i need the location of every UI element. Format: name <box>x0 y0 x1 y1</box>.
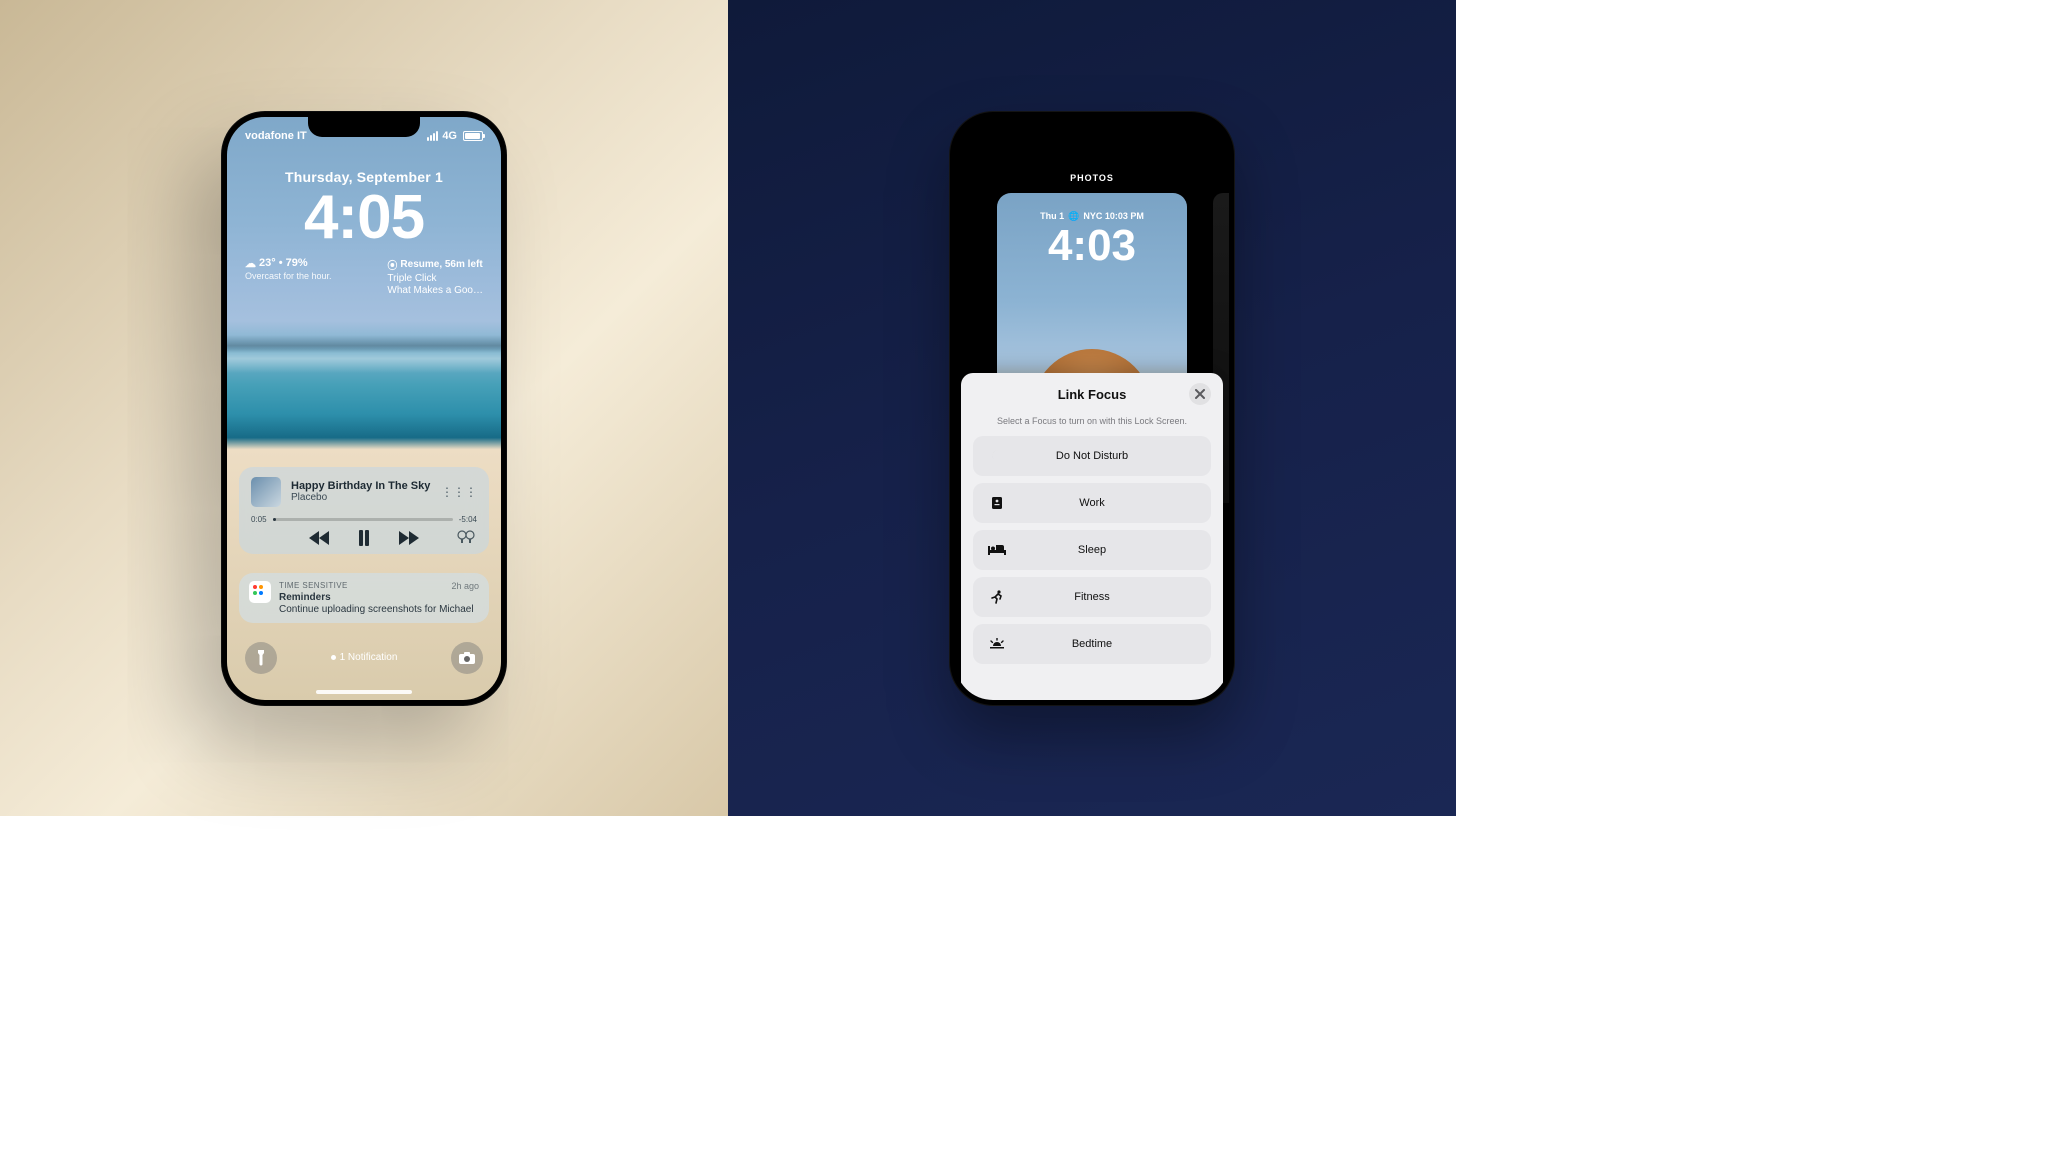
phone-right: PHOTOS Thu 1 🌐 NYC 10:03 PM 4:03 Link Fo… <box>949 111 1235 706</box>
elapsed-time: 0:05 <box>251 515 267 524</box>
podcast-icon: ⦿ <box>387 257 397 272</box>
carrier-label: vodafone IT <box>245 130 307 142</box>
notification-time: 2h ago <box>451 581 479 591</box>
cloud-icon: ☁︎ <box>245 257 256 270</box>
track-title: Happy Birthday In The Sky <box>291 480 430 492</box>
rewind-button[interactable] <box>309 531 329 545</box>
remaining-time: -5:04 <box>459 515 477 524</box>
podcast-resume: Resume, 56m left <box>400 259 482 270</box>
globe-icon: 🌐 <box>1068 211 1079 222</box>
close-button[interactable] <box>1189 383 1211 405</box>
notification-tag: TIME SENSITIVE <box>279 581 348 591</box>
track-artist: Placebo <box>291 492 430 503</box>
focus-label: Bedtime <box>973 638 1211 650</box>
notification-app: Reminders <box>279 592 479 603</box>
weather-widget[interactable]: ☁︎ 23° • 79% Overcast for the hour. <box>245 257 332 296</box>
right-panel: PHOTOS Thu 1 🌐 NYC 10:03 PM 4:03 Link Fo… <box>728 0 1456 816</box>
flashlight-button[interactable] <box>245 642 277 674</box>
phone-left: vodafone IT 4G Thursday, September 1 4:0… <box>221 111 507 706</box>
lockscreen-header: Thursday, September 1 4:05 <box>227 169 501 249</box>
notification-count-label: 1 Notification <box>340 652 398 663</box>
airplay-icon[interactable] <box>457 530 475 544</box>
progress-track[interactable] <box>273 518 453 521</box>
preview-city-time: NYC 10:03 PM <box>1083 211 1144 221</box>
sheet-subtitle: Select a Focus to turn on with this Lock… <box>973 416 1211 426</box>
screen-left: vodafone IT 4G Thursday, September 1 4:0… <box>227 117 501 700</box>
weather-temp: 23° • 79% <box>259 257 308 269</box>
preview-date: Thu 1 <box>1040 211 1064 221</box>
notch <box>308 117 420 137</box>
forward-button[interactable] <box>399 531 419 545</box>
podcast-episode: What Makes a Goo… <box>387 285 483 296</box>
status-right: 4G <box>427 130 483 142</box>
focus-option-work[interactable]: Work <box>973 483 1211 523</box>
left-panel: vodafone IT 4G Thursday, September 1 4:0… <box>0 0 728 816</box>
focus-label: Sleep <box>973 544 1211 556</box>
reminders-app-icon <box>249 581 271 603</box>
focus-label: Work <box>973 497 1211 509</box>
now-playing-card[interactable]: Happy Birthday In The Sky Placebo ⋮⋮⋮ 0:… <box>239 467 489 554</box>
focus-list: Do Not Disturb Work Sleep Fitness <box>973 436 1211 664</box>
screen-right: PHOTOS Thu 1 🌐 NYC 10:03 PM 4:03 Link Fo… <box>955 117 1229 700</box>
battery-icon <box>463 131 483 141</box>
pause-button[interactable] <box>359 530 369 546</box>
podcast-show: Triple Click <box>387 273 483 284</box>
focus-option-dnd[interactable]: Do Not Disturb <box>973 436 1211 476</box>
focus-option-sleep[interactable]: Sleep <box>973 530 1211 570</box>
focus-label: Fitness <box>973 591 1211 603</box>
weather-desc: Overcast for the hour. <box>245 271 332 281</box>
home-indicator[interactable] <box>316 690 412 694</box>
waveform-icon: ⋮⋮⋮ <box>441 485 477 499</box>
network-label: 4G <box>442 130 457 142</box>
album-art <box>251 477 281 507</box>
dot-icon <box>331 655 336 660</box>
photos-label: PHOTOS <box>955 173 1229 183</box>
notification-count[interactable]: 1 Notification <box>331 652 398 663</box>
signal-icon <box>427 131 438 141</box>
focus-option-fitness[interactable]: Fitness <box>973 577 1211 617</box>
focus-label: Do Not Disturb <box>973 450 1211 462</box>
camera-button[interactable] <box>451 642 483 674</box>
preview-time: 4:03 <box>997 224 1187 268</box>
bottom-row: 1 Notification <box>245 642 483 674</box>
link-focus-sheet: Link Focus Select a Focus to turn on wit… <box>961 373 1223 700</box>
notification-text: Continue uploading screenshots for Micha… <box>279 604 479 615</box>
time-label: 4:05 <box>227 187 501 249</box>
podcast-widget[interactable]: ⦿Resume, 56m left Triple Click What Make… <box>387 257 483 296</box>
focus-option-bedtime[interactable]: Bedtime <box>973 624 1211 664</box>
sheet-title: Link Focus <box>1058 387 1127 402</box>
widgets-row: ☁︎ 23° • 79% Overcast for the hour. ⦿Res… <box>245 257 483 296</box>
notch <box>1036 117 1148 137</box>
notification-card[interactable]: TIME SENSITIVE 2h ago Reminders Continue… <box>239 573 489 623</box>
